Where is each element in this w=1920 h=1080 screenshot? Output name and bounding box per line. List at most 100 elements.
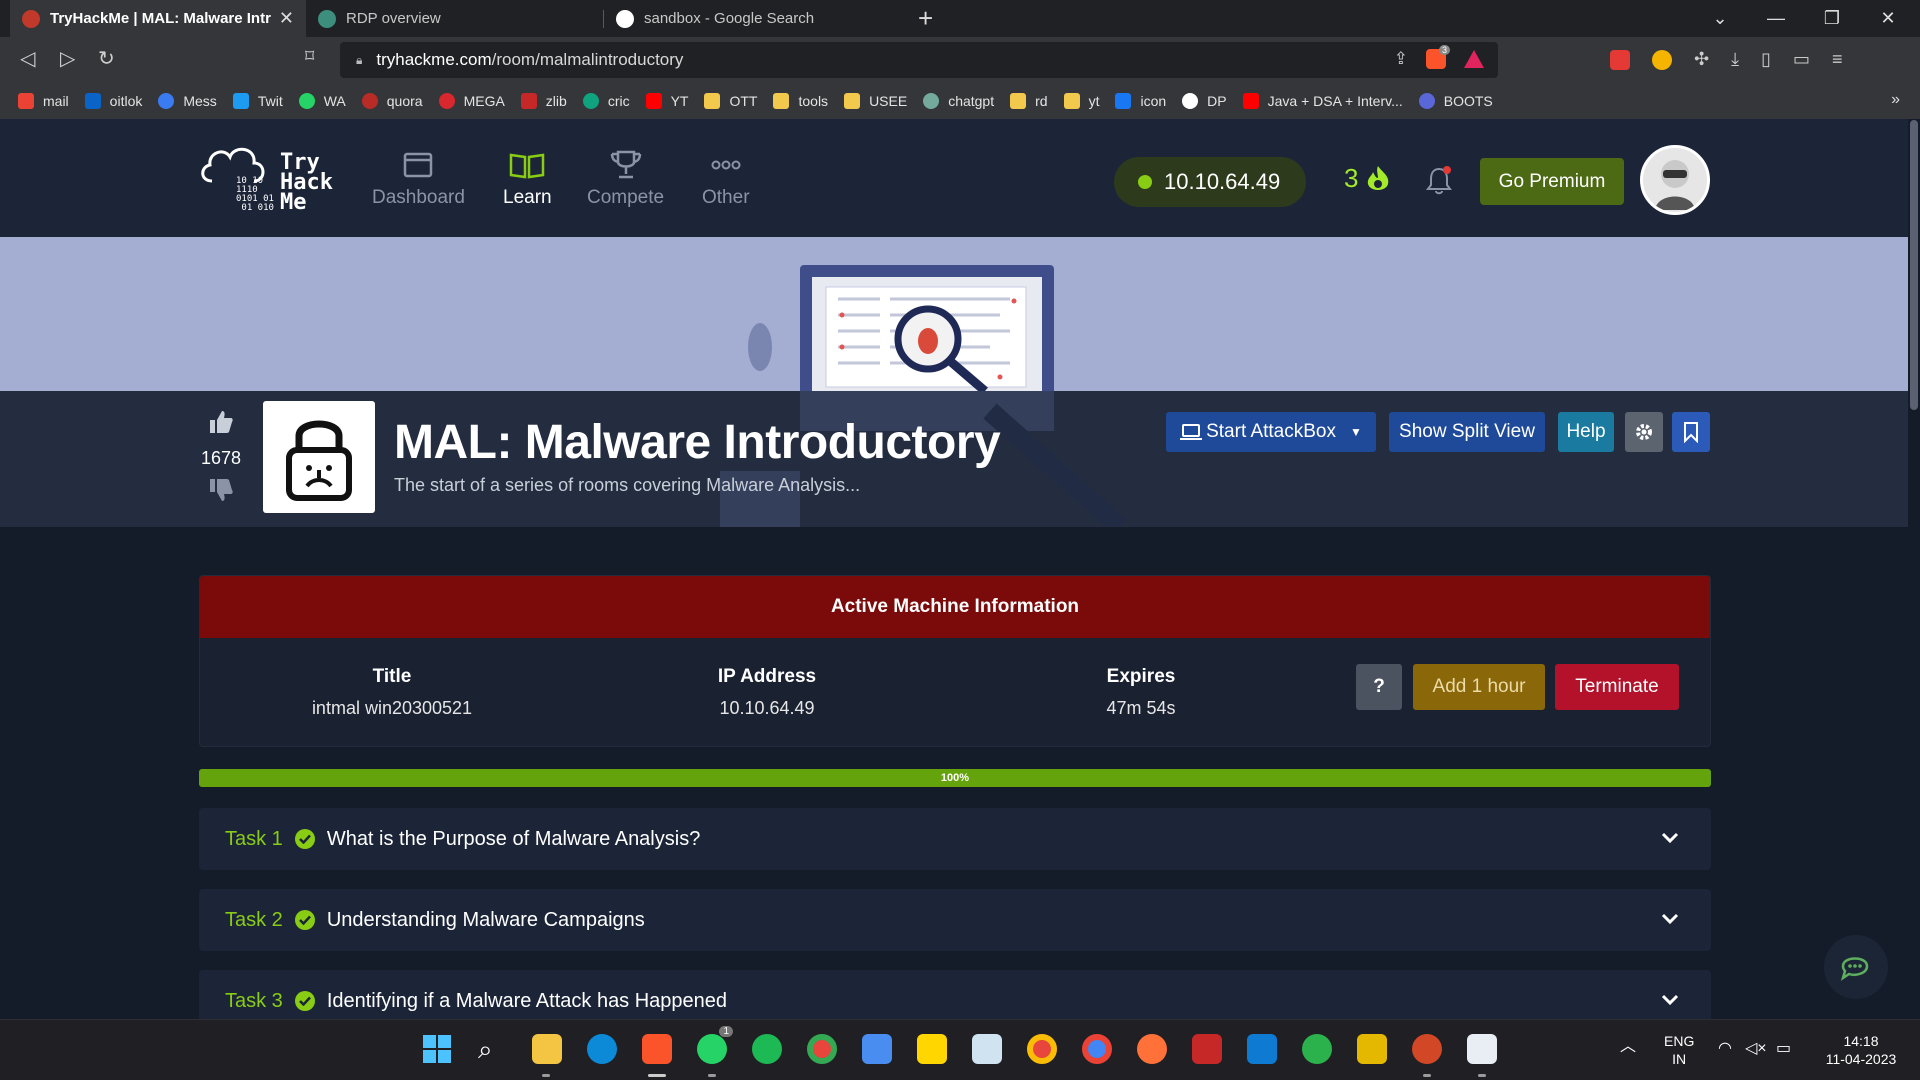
volume-muted-icon[interactable]: ◁× bbox=[1745, 1040, 1767, 1058]
restore-button[interactable]: ❐ bbox=[1804, 0, 1860, 37]
vscode-icon[interactable] bbox=[1247, 1034, 1277, 1064]
bookmark-yt[interactable]: YT bbox=[645, 93, 688, 109]
settings-gear-icon[interactable] bbox=[1625, 412, 1663, 452]
bookmark-usee[interactable]: USEE bbox=[844, 93, 907, 109]
forward-icon[interactable]: ▷ bbox=[60, 46, 75, 71]
bookmark-quora[interactable]: quora bbox=[361, 93, 423, 109]
bookmark-mega[interactable]: MEGA bbox=[438, 93, 505, 109]
nav-other[interactable]: Other bbox=[702, 147, 750, 209]
reload-icon[interactable]: ↻ bbox=[98, 46, 115, 71]
chrome-icon[interactable] bbox=[807, 1034, 837, 1064]
close-tab-icon[interactable]: ✕ bbox=[279, 8, 294, 29]
bookmark-yt-folder[interactable]: yt bbox=[1063, 93, 1099, 109]
chevron-down-icon[interactable] bbox=[1659, 988, 1681, 1010]
chat-support-icon[interactable] bbox=[1824, 935, 1888, 999]
bookmark-ott[interactable]: OTT bbox=[704, 93, 757, 109]
terminate-button[interactable]: Terminate bbox=[1555, 664, 1679, 710]
sticky-notes-icon[interactable] bbox=[917, 1034, 947, 1064]
wifi-icon[interactable]: ◠ bbox=[1718, 1040, 1732, 1058]
thumbs-up-icon[interactable] bbox=[208, 409, 234, 435]
bookmark-java-dsa[interactable]: Java + DSA + Interv... bbox=[1242, 93, 1403, 109]
spotify-icon[interactable] bbox=[752, 1034, 782, 1064]
tab-rdp-overview[interactable]: RDP overview bbox=[306, 0, 602, 37]
wallet-icon[interactable]: ▭ bbox=[1793, 49, 1810, 70]
extension-icon[interactable] bbox=[1652, 49, 1672, 70]
bookmark-rd[interactable]: rd bbox=[1010, 93, 1048, 109]
back-icon[interactable]: ◁ bbox=[20, 46, 35, 71]
task-2[interactable]: Task 2 Understanding Malware Campaigns bbox=[199, 889, 1711, 951]
clock[interactable]: 14:18 11-04-2023 bbox=[1816, 1032, 1906, 1068]
tab-google-search[interactable]: sandbox - Google Search bbox=[604, 0, 900, 37]
bookmark-wa[interactable]: WA bbox=[298, 93, 346, 109]
file-explorer-icon[interactable] bbox=[532, 1034, 562, 1064]
bookmark-twit[interactable]: Twit bbox=[232, 93, 283, 109]
attackbox-dropdown-icon[interactable]: ▼ bbox=[1350, 425, 1362, 439]
bookmark-icon[interactable]: icon bbox=[1115, 93, 1166, 109]
start-attackbox-button[interactable]: Start AttackBox ▼ bbox=[1166, 412, 1376, 452]
puzzle-extensions-icon[interactable]: ✣ bbox=[1694, 49, 1709, 70]
user-avatar[interactable] bbox=[1640, 145, 1710, 215]
scrollbar-thumb[interactable] bbox=[1910, 120, 1918, 410]
new-tab-button[interactable]: + bbox=[918, 3, 933, 34]
address-bar[interactable]: 🔒︎ tryhackme.com/room/malmalintroductory… bbox=[340, 42, 1498, 78]
brave-icon[interactable] bbox=[642, 1034, 672, 1064]
bookmark-mess[interactable]: Mess bbox=[158, 93, 217, 109]
powerpoint-icon[interactable] bbox=[1412, 1034, 1442, 1064]
chevron-down-icon[interactable] bbox=[1659, 826, 1681, 848]
add-hour-button[interactable]: Add 1 hour bbox=[1413, 664, 1545, 710]
app-icon[interactable] bbox=[1357, 1034, 1387, 1064]
paint-icon[interactable] bbox=[1467, 1034, 1497, 1064]
language-indicator[interactable]: ENG IN bbox=[1664, 1032, 1694, 1068]
notepad-icon[interactable] bbox=[862, 1034, 892, 1064]
chrome-profile-icon[interactable] bbox=[1027, 1034, 1057, 1064]
bookmark-cric[interactable]: cric bbox=[582, 93, 630, 109]
show-hidden-icons-icon[interactable]: ︿ bbox=[1620, 1038, 1636, 1056]
bookmark-room-icon[interactable] bbox=[1672, 412, 1710, 452]
bookmark-dp[interactable]: DP bbox=[1182, 93, 1227, 109]
thumbs-down-icon[interactable] bbox=[208, 477, 234, 503]
go-premium-button[interactable]: Go Premium bbox=[1480, 158, 1624, 205]
task-1[interactable]: Task 1 What is the Purpose of Malware An… bbox=[199, 808, 1711, 870]
task-3[interactable]: Task 3 Identifying if a Malware Attack h… bbox=[199, 970, 1711, 1019]
tab-search-icon[interactable]: ⌄ bbox=[1692, 0, 1748, 37]
whatsapp-icon[interactable]: 1 bbox=[697, 1026, 733, 1064]
bookmark-zlib[interactable]: zlib bbox=[520, 93, 567, 109]
evernote-icon[interactable] bbox=[1302, 1034, 1332, 1064]
brave-shields-icon[interactable]: 3 bbox=[1426, 45, 1450, 69]
search-icon[interactable]: ⌕ bbox=[478, 1034, 508, 1064]
bookmark-oitlok[interactable]: oitlok bbox=[84, 93, 142, 109]
bookmark-tools[interactable]: tools bbox=[773, 93, 828, 109]
machine-ip-pill[interactable]: 10.10.64.49 bbox=[1114, 157, 1306, 207]
windows-start-icon[interactable] bbox=[422, 1034, 452, 1064]
brave-rewards-icon[interactable] bbox=[1464, 50, 1484, 68]
edge-icon[interactable] bbox=[587, 1034, 617, 1064]
chevron-down-icon[interactable] bbox=[1659, 907, 1681, 929]
notification-bell-icon[interactable] bbox=[1424, 165, 1454, 200]
share-icon[interactable]: ⇪ bbox=[1394, 49, 1408, 69]
battery-icon[interactable]: ▭ bbox=[1776, 1040, 1791, 1058]
help-button[interactable]: Help bbox=[1558, 412, 1614, 452]
menu-icon[interactable]: ≡ bbox=[1832, 49, 1843, 70]
todoist-extension-icon[interactable] bbox=[1610, 49, 1630, 70]
nav-learn[interactable]: Learn bbox=[503, 147, 552, 209]
dev-cpp-icon[interactable] bbox=[1192, 1034, 1222, 1064]
tab-tryhackme[interactable]: TryHackMe | MAL: Malware Introd ✕ bbox=[10, 0, 306, 37]
bookmark-page-icon[interactable]: ⌑ bbox=[305, 46, 314, 67]
firefox-icon[interactable] bbox=[1137, 1034, 1167, 1064]
download-icon[interactable]: ⤓ bbox=[1731, 49, 1739, 70]
sidebar-icon[interactable]: ▯ bbox=[1761, 49, 1771, 70]
show-split-view-button[interactable]: Show Split View bbox=[1389, 412, 1545, 452]
tryhackme-logo[interactable]: 10 10 1110 0101 01 01 010 Try Hack Me bbox=[198, 141, 346, 221]
bookmark-chatgpt[interactable]: chatgpt bbox=[923, 93, 994, 109]
close-window-button[interactable]: ✕ bbox=[1860, 0, 1916, 37]
nav-compete[interactable]: Compete bbox=[587, 147, 664, 209]
bookmark-mail[interactable]: mail bbox=[18, 93, 69, 109]
streak-counter[interactable]: 3 bbox=[1344, 163, 1392, 194]
bookmark-boots[interactable]: BOOTS bbox=[1418, 93, 1493, 109]
minimize-button[interactable]: — bbox=[1748, 0, 1804, 37]
snipping-tool-icon[interactable] bbox=[972, 1034, 1002, 1064]
bookmarks-overflow-button[interactable]: » bbox=[1891, 91, 1900, 109]
machine-help-button[interactable]: ? bbox=[1356, 664, 1402, 710]
nav-dashboard[interactable]: Dashboard bbox=[372, 147, 465, 209]
chrome-canary-icon[interactable] bbox=[1082, 1034, 1112, 1064]
